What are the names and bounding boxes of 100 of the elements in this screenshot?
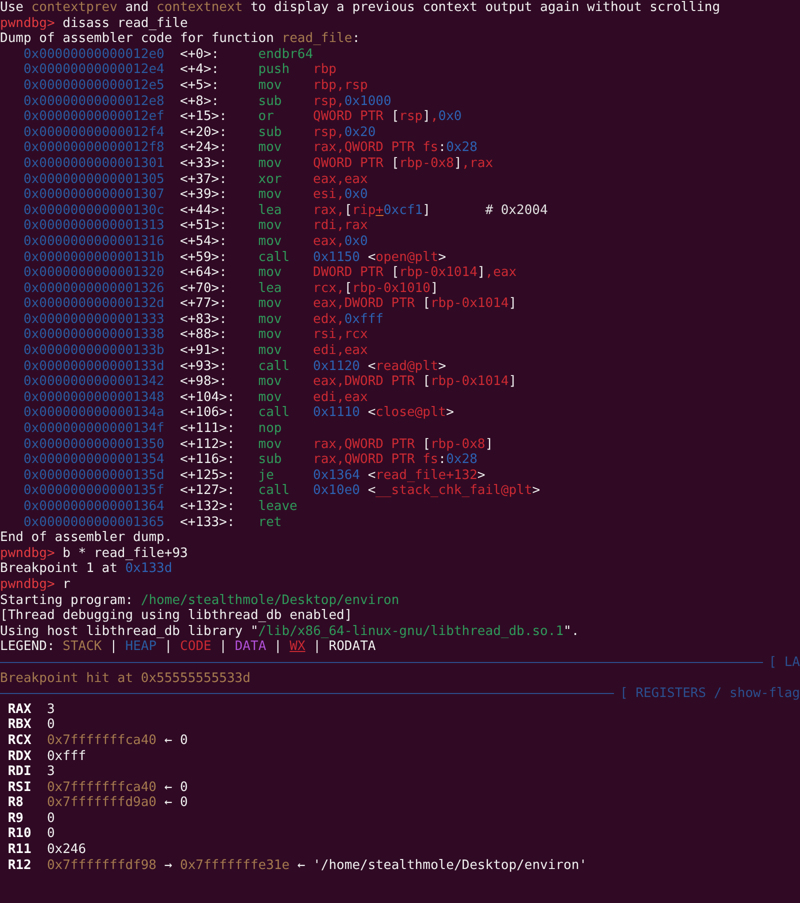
instruction-offset: <+8>: (180, 94, 220, 110)
instruction-mnemonic: mov (258, 296, 283, 312)
instruction-offset: <+106>: (180, 405, 236, 422)
instruction-mnemonic: push (258, 62, 291, 78)
instruction-offset: <+4>: (180, 62, 220, 78)
instruction-offset: <+104>: (180, 390, 236, 406)
register-value: 0x7fffffffca40 ← 0 (46, 732, 188, 748)
register-value: 0x7fffffffd9a0 ← 0 (46, 795, 188, 811)
instruction-operands: rbp,rsp (313, 78, 369, 94)
instruction-address: 0x0000000000001320 (22, 265, 164, 281)
instruction-offset: <+70>: (180, 280, 228, 296)
command-line: pwndbg> disass read_file (0, 16, 188, 32)
instruction-address: 0x00000000000012e8 (22, 94, 164, 110)
instruction-offset: <+125>: (180, 468, 236, 484)
instruction-address: 0x000000000000133d (22, 358, 164, 374)
instruction-mnemonic: sub (258, 452, 283, 468)
instruction-address: 0x00000000000012e5 (22, 78, 164, 94)
instruction-address: 0x000000000000131b (22, 250, 164, 266)
instruction-operands: rax,QWORD PTR [rbp-0x8] (313, 436, 494, 452)
instruction-offset: <+20>: (180, 124, 228, 140)
output-text: End of assembler dump. (0, 530, 172, 546)
instruction-address: 0x0000000000001364 (22, 499, 164, 515)
register-value: 3 (46, 702, 55, 718)
instruction-address: 0x0000000000001354 (22, 452, 164, 468)
instruction-operands: edx,0xfff (313, 312, 384, 328)
instruction-offset: <+116>: (180, 452, 236, 468)
instruction-operands: edi,eax (313, 343, 369, 359)
section-header: [ REGISTERS / show-flag (618, 686, 800, 702)
register-name: RDI (6, 764, 32, 780)
instruction-offset: <+112>: (180, 436, 236, 452)
instruction-offset: <+51>: (180, 218, 228, 234)
register-name: R10 (6, 826, 32, 842)
instruction-offset: <+83>: (180, 312, 228, 328)
instruction-mnemonic: xor (258, 172, 283, 188)
instruction-mnemonic: mov (258, 140, 283, 156)
instruction-operands: eax,eax (313, 172, 369, 188)
instruction-mnemonic: mov (258, 390, 283, 406)
instruction-offset: <+5>: (180, 78, 220, 94)
instruction-offset: <+33>: (180, 156, 228, 172)
instruction-operands: 0x1120 <read@plt> (313, 358, 448, 374)
instruction-mnemonic: mov (258, 343, 283, 359)
instruction-mnemonic: mov (258, 156, 283, 172)
register-value: 0 (46, 810, 55, 826)
instruction-operands: 0x1150 <open@plt> (313, 250, 448, 266)
instruction-offset: <+59>: (180, 250, 228, 266)
output-text: Breakpoint 1 at 0x133d (0, 561, 172, 577)
instruction-operands: rax,[rip+0xcf1] (313, 202, 432, 218)
instruction-address: 0x000000000000134a (22, 405, 164, 422)
instruction-operands: rcx,[rbp-0x1010] (313, 280, 440, 296)
instruction-address: 0x000000000000135f (22, 483, 164, 499)
register-name: R9 (6, 810, 24, 826)
instruction-mnemonic: mov (258, 327, 283, 344)
instruction-operands: 0x1364 <read_file+132> (313, 468, 486, 484)
instruction-comment: # 0x2004 (485, 202, 548, 218)
instruction-operands: rdi,rax (313, 218, 369, 234)
instruction-offset: <+64>: (180, 265, 228, 281)
register-value: 3 (46, 764, 55, 780)
instruction-mnemonic: leave (258, 499, 298, 515)
command-line: pwndbg> b * read_file+93 (0, 546, 188, 562)
register-value: 0x7fffffffdf98 → 0x7fffffffe31e ← '/home/stealthmole/Desktop/environ' (46, 858, 587, 874)
instruction-address: 0x0000000000001342 (22, 374, 164, 390)
output-text: Breakpoint hit at 0x55555555533d (0, 670, 250, 686)
instruction-mnemonic: mov (258, 78, 283, 94)
instruction-address: 0x0000000000001326 (22, 280, 164, 296)
instruction-address: 0x00000000000012ef (22, 109, 164, 125)
instruction-mnemonic: mov (258, 218, 283, 234)
output-text: Use contextprev and contextnext to display a previous context output again without scrolling (0, 0, 720, 16)
instruction-address: 0x0000000000001313 (22, 218, 164, 234)
instruction-offset: <+127>: (180, 483, 236, 499)
instruction-operands: rbp (313, 62, 338, 78)
instruction-address: 0x000000000000132d (22, 296, 164, 312)
register-value: 0x7fffffffca40 ← 0 (46, 780, 188, 796)
instruction-operands: eax,0x0 (313, 234, 369, 250)
instruction-mnemonic: call (258, 483, 291, 499)
instruction-mnemonic: mov (258, 436, 283, 452)
register-name: R8 (6, 795, 24, 811)
section-header: [ LA (768, 654, 800, 671)
instruction-address: 0x0000000000001348 (22, 390, 164, 406)
instruction-operands: QWORD PTR [rsp],0x0 (313, 109, 463, 125)
instruction-mnemonic: call (258, 250, 291, 266)
register-name: R11 (6, 842, 32, 858)
instruction-offset: <+15>: (180, 109, 228, 125)
instruction-offset: <+37>: (180, 172, 228, 188)
instruction-operands: QWORD PTR [rbp-0x8],rax (313, 156, 494, 172)
instruction-operands: rax,QWORD PTR fs:0x28 (313, 452, 478, 468)
instruction-mnemonic: call (258, 405, 291, 422)
instruction-offset: <+111>: (180, 421, 236, 437)
register-value: 0 (46, 717, 55, 733)
instruction-mnemonic: mov (258, 312, 283, 328)
instruction-address: 0x0000000000001301 (22, 156, 164, 172)
instruction-offset: <+132>: (180, 499, 236, 515)
instruction-address: 0x00000000000012f4 (22, 124, 164, 140)
instruction-operands: rsi,rcx (313, 327, 369, 344)
instruction-mnemonic: mov (258, 187, 283, 203)
register-name: RBX (6, 717, 32, 733)
instruction-address: 0x00000000000012f8 (22, 140, 164, 156)
instruction-address: 0x000000000000133b (22, 343, 164, 359)
instruction-address: 0x0000000000001316 (22, 234, 164, 250)
register-name: RDX (6, 748, 32, 764)
register-name: RAX (6, 702, 32, 718)
